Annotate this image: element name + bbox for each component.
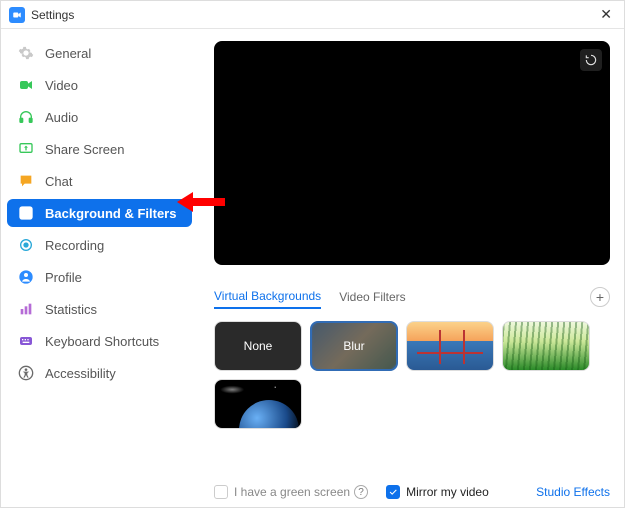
sidebar-item-statistics[interactable]: Statistics [7,295,192,323]
window-title: Settings [31,8,74,22]
sidebar-item-label: Accessibility [45,366,116,381]
sidebar-item-label: General [45,46,91,61]
sidebar-item-accessibility[interactable]: Accessibility [7,359,192,387]
sidebar-item-label: Background & Filters [45,206,176,221]
titlebar: Settings ✕ [1,1,624,29]
share-screen-icon [17,140,35,158]
sidebar: General Video Audio Share Screen Chat Ba… [1,29,196,507]
bg-option-blur[interactable]: Blur [310,321,398,371]
sidebar-item-label: Audio [45,110,78,125]
video-preview [214,41,610,265]
add-background-button[interactable]: + [590,287,610,307]
statistics-icon [17,300,35,318]
sidebar-item-label: Chat [45,174,72,189]
chat-icon [17,172,35,190]
profile-icon [17,268,35,286]
mirror-checkbox[interactable] [386,485,400,499]
sidebar-item-label: Share Screen [45,142,125,157]
accessibility-icon [17,364,35,382]
green-screen-label: I have a green screen [234,485,350,499]
bg-option-earth[interactable] [214,379,302,429]
sidebar-item-label: Recording [45,238,104,253]
help-icon[interactable]: ? [354,485,368,499]
bg-option-none[interactable]: None [214,321,302,371]
main: General Video Audio Share Screen Chat Ba… [1,29,624,507]
studio-effects-link[interactable]: Studio Effects [536,485,610,499]
sidebar-item-label: Profile [45,270,82,285]
sidebar-item-recording[interactable]: Recording [7,231,192,259]
background-thumbnails: None Blur [214,321,610,429]
mirror-label: Mirror my video [406,485,489,499]
sidebar-item-general[interactable]: General [7,39,192,67]
tab-video-filters[interactable]: Video Filters [339,286,405,308]
footer: I have a green screen ? Mirror my video … [214,485,610,499]
sidebar-item-keyboard-shortcuts[interactable]: Keyboard Shortcuts [7,327,192,355]
record-icon [17,236,35,254]
sidebar-item-audio[interactable]: Audio [7,103,192,131]
sidebar-item-background-filters[interactable]: Background & Filters [7,199,192,227]
video-icon [17,76,35,94]
bg-option-grass[interactable] [502,321,590,371]
headphones-icon [17,108,35,126]
close-button[interactable]: ✕ [596,6,616,23]
tabs: Virtual Backgrounds Video Filters + [214,285,610,309]
sidebar-item-profile[interactable]: Profile [7,263,192,291]
content-pane: Virtual Backgrounds Video Filters + None… [196,29,624,507]
sidebar-item-share-screen[interactable]: Share Screen [7,135,192,163]
app-icon [9,7,25,23]
sidebar-item-label: Statistics [45,302,97,317]
sidebar-item-chat[interactable]: Chat [7,167,192,195]
keyboard-icon [17,332,35,350]
bg-option-bridge[interactable] [406,321,494,371]
gear-icon [17,44,35,62]
sidebar-item-video[interactable]: Video [7,71,192,99]
tab-virtual-backgrounds[interactable]: Virtual Backgrounds [214,285,321,309]
green-screen-checkbox[interactable] [214,485,228,499]
sidebar-item-label: Keyboard Shortcuts [45,334,159,349]
background-icon [17,204,35,222]
rotate-button[interactable] [580,49,602,71]
sidebar-item-label: Video [45,78,78,93]
